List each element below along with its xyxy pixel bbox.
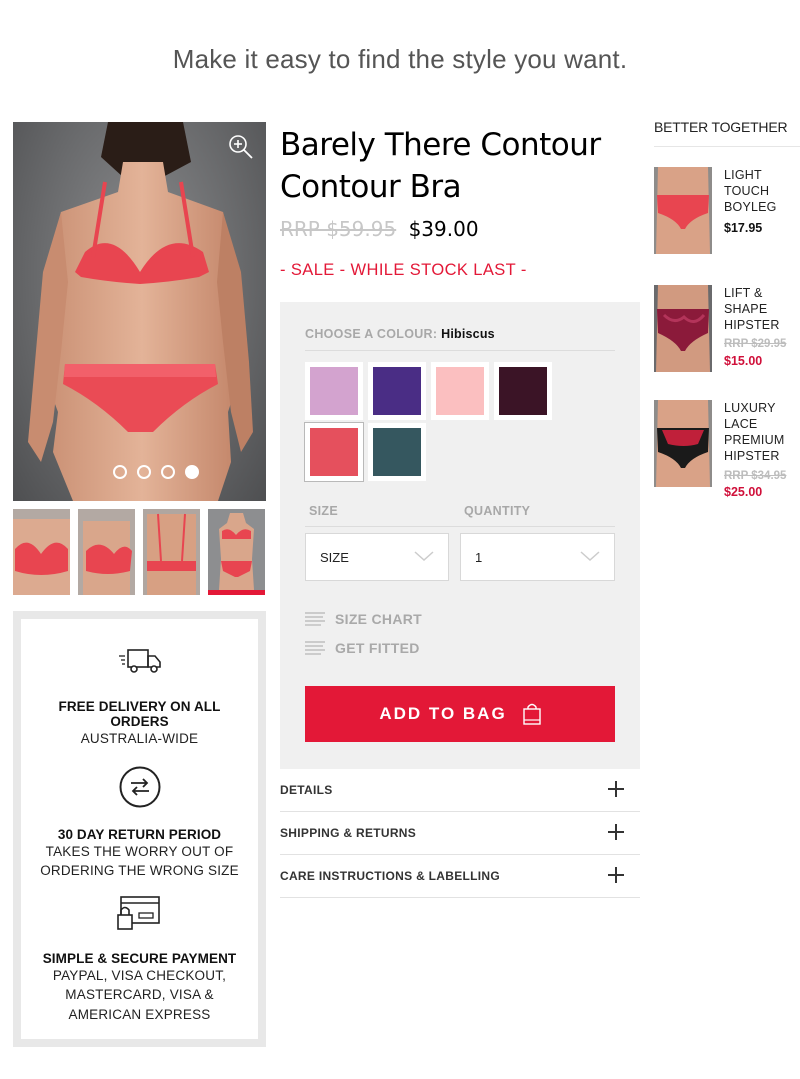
add-to-bag-label: ADD TO BAG <box>379 704 507 723</box>
divider <box>305 526 615 527</box>
exchange-arrows-icon <box>119 766 160 807</box>
quantity-select-value: 1 <box>475 550 483 565</box>
recommendation-item[interactable]: LIFT & SHAPE HIPSTER RRP $29.95 $15.00 <box>654 285 800 375</box>
thumbnail-back[interactable] <box>143 509 200 595</box>
recommendation-item[interactable]: LUXURY LACE PREMIUM HIPSTER RRP $34.95 $… <box>654 400 800 500</box>
recommendation-image <box>654 167 712 254</box>
accordion-label: SHIPPING & RETURNS <box>280 826 417 840</box>
recommendation-price: $17.95 <box>724 221 763 235</box>
colour-swatch[interactable] <box>305 362 363 420</box>
recommendation-name: LIFT & SHAPE HIPSTER <box>724 286 780 332</box>
colour-swatch[interactable] <box>305 423 363 481</box>
carousel-dot[interactable] <box>160 465 175 479</box>
product-title-line1: Barely There Contour <box>280 127 601 163</box>
divider <box>654 146 800 147</box>
shopping-bag-icon <box>522 703 541 725</box>
better-together-title: BETTER TOGETHER <box>654 119 788 135</box>
chevron-down-icon <box>414 551 434 562</box>
carousel-dot[interactable] <box>112 465 127 479</box>
colour-swatch[interactable] <box>431 362 489 420</box>
list-icon <box>305 641 325 655</box>
list-icon <box>305 612 325 626</box>
accordion-details[interactable]: DETAILS <box>280 769 640 812</box>
product-main-image[interactable] <box>13 122 266 501</box>
product-accordion: DETAILS SHIPPING & RETURNS CARE INSTRUCT… <box>280 769 640 898</box>
model-photo <box>28 122 253 501</box>
recommendation-price-rrp: RRP $34.95 <box>724 470 787 482</box>
service-features-box: FREE DELIVERY ON ALL ORDERS AUSTRALIA-WI… <box>13 611 266 1047</box>
size-label: SIZE <box>309 504 338 518</box>
recommendation-name: LUXURY LACE PREMIUM HIPSTER <box>724 401 785 463</box>
colour-value: Hibiscus <box>441 327 495 341</box>
size-select-value: SIZE <box>320 550 349 565</box>
sale-banner: - SALE - WHILE STOCK LAST - <box>280 261 527 279</box>
recommendation-image <box>654 400 712 487</box>
accordion-label: CARE INSTRUCTIONS & LABELLING <box>280 869 501 883</box>
recommendation-item[interactable]: LIGHT TOUCH BOYLEG $17.95 <box>654 167 800 257</box>
plus-icon <box>608 867 624 883</box>
recommendation-image <box>654 285 712 372</box>
carousel-dot[interactable] <box>136 465 151 479</box>
product-options-panel: CHOOSE A COLOUR: Hibiscus SIZE QUANTITY … <box>280 302 640 769</box>
thumbnail-full[interactable] <box>208 509 265 595</box>
feature-text-delivery: AUSTRALIA-WIDE <box>80 731 199 746</box>
feature-title-payment: SIMPLE & SECURE PAYMENT <box>42 950 237 966</box>
size-chart-label: SIZE CHART <box>335 611 422 627</box>
accordion-label: DETAILS <box>280 783 333 797</box>
plus-icon <box>608 824 624 840</box>
feature-text-payment: PAYPAL, VISA CHECKOUT, MASTERCARD, VISA … <box>52 967 227 1022</box>
feature-text-returns: TAKES THE WORRY OUT OF ORDERING THE WRON… <box>40 843 239 879</box>
recommendation-price: $25.00 <box>724 485 763 499</box>
product-title: Barely There Contour Contour Bra <box>280 124 640 208</box>
carousel-dots <box>13 465 266 479</box>
feature-title-delivery: FREE DELIVERY ON ALL ORDERS <box>58 699 221 729</box>
quantity-select[interactable]: 1 <box>460 533 615 581</box>
thumbnail-front[interactable] <box>13 509 70 595</box>
accordion-care-instructions[interactable]: CARE INSTRUCTIONS & LABELLING <box>280 855 640 898</box>
product-title-line2: Contour Bra <box>280 169 462 205</box>
colour-swatch[interactable] <box>368 362 426 420</box>
zoom-in-icon[interactable] <box>228 134 254 160</box>
price-row: RRP $59.95 $39.00 <box>280 217 479 241</box>
page-headline: Make it easy to find the style you want. <box>172 44 628 74</box>
recommendation-price-rrp: RRP $29.95 <box>724 338 787 350</box>
size-select[interactable]: SIZE <box>305 533 449 581</box>
get-fitted-link[interactable]: GET FITTED <box>305 640 420 656</box>
secure-card-icon <box>116 895 160 930</box>
carousel-dot-active[interactable] <box>184 465 199 479</box>
colour-label: CHOOSE A COLOUR: Hibiscus <box>305 327 495 341</box>
chevron-down-icon <box>580 551 600 562</box>
recommendation-name: LIGHT TOUCH BOYLEG <box>724 168 777 214</box>
colour-swatch[interactable] <box>368 423 426 481</box>
size-chart-link[interactable]: SIZE CHART <box>305 611 422 627</box>
colour-swatch[interactable] <box>494 362 552 420</box>
plus-icon <box>608 781 624 797</box>
quantity-label: QUANTITY <box>464 504 531 518</box>
thumbnail-strip <box>13 509 266 595</box>
get-fitted-label: GET FITTED <box>335 640 420 656</box>
divider <box>305 350 615 351</box>
truck-icon <box>118 649 161 673</box>
colour-label-text: CHOOSE A COLOUR: <box>305 327 442 341</box>
price-rrp: RRP $59.95 <box>280 217 397 241</box>
feature-title-returns: 30 DAY RETURN PERIOD <box>57 826 222 842</box>
thumbnail-side[interactable] <box>78 509 135 595</box>
add-to-bag-button[interactable]: ADD TO BAG <box>305 686 615 742</box>
price-current: $39.00 <box>408 217 479 241</box>
recommendation-price: $15.00 <box>724 354 763 368</box>
accordion-shipping-returns[interactable]: SHIPPING & RETURNS <box>280 812 640 855</box>
